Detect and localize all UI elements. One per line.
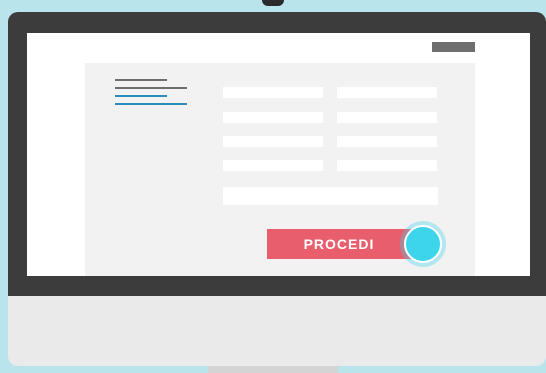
form-field-7[interactable]: [223, 160, 323, 171]
monitor-camera: [262, 0, 284, 6]
form-field-4[interactable]: [337, 112, 437, 123]
form-field-3[interactable]: [223, 112, 323, 123]
sidebar-item-active[interactable]: [115, 103, 187, 105]
monitor-stand: [208, 366, 338, 373]
proceed-button-label: PROCEDI: [303, 236, 375, 252]
proceed-button[interactable]: PROCEDI: [267, 229, 411, 259]
form-panel: PROCEDI: [85, 63, 475, 276]
form-field-2[interactable]: [337, 87, 437, 98]
sidebar-item-1[interactable]: [115, 79, 167, 81]
form-field-6[interactable]: [337, 136, 437, 147]
monitor-chin: [8, 296, 546, 366]
monitor-screen: PROCEDI: [27, 33, 530, 276]
form-field-1[interactable]: [223, 87, 323, 98]
form-field-wide[interactable]: [223, 187, 438, 205]
sidebar-item-2[interactable]: [115, 87, 187, 89]
sidebar-item-3[interactable]: [115, 95, 167, 97]
form-field-8[interactable]: [337, 160, 437, 171]
form-field-5[interactable]: [223, 136, 323, 147]
click-cursor-dot: [404, 225, 442, 263]
header-button[interactable]: [432, 42, 475, 52]
